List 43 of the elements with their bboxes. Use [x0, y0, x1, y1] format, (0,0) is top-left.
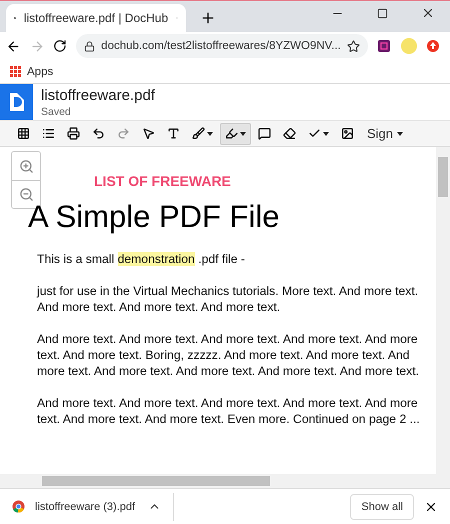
vertical-scrollbar[interactable]: [436, 147, 450, 474]
cursor-icon: [142, 127, 155, 140]
list-icon: [42, 127, 55, 140]
save-status: Saved: [41, 106, 72, 118]
bookmark-link[interactable]: Apps: [27, 66, 54, 78]
extension-icon[interactable]: [376, 39, 391, 53]
lock-icon: [84, 40, 96, 52]
text-icon: [167, 127, 180, 140]
new-tab-icon[interactable]: [200, 10, 216, 26]
undo-icon: [92, 127, 105, 140]
printer-icon: [67, 127, 80, 140]
back-icon[interactable]: [6, 38, 21, 54]
eraser-icon: [283, 127, 296, 140]
download-item[interactable]: listoffreeware (3).pdf: [12, 492, 174, 520]
sign-button[interactable]: Sign: [361, 126, 410, 141]
zoom-out-icon: [18, 187, 34, 202]
paragraph: just for use in the Virtual Mechanics tutorials. More text. And more text. And more text. And more text. And more text.: [37, 283, 420, 315]
address-bar[interactable]: dochub.com/test2listoffreewares/8YZWO9NV...: [76, 34, 368, 58]
speech-bubble-icon: [258, 127, 271, 140]
browser-tab[interactable]: listoffreeware.pdf | DocHub: [6, 4, 186, 32]
show-all-button[interactable]: Show all: [350, 494, 414, 520]
page-title: A Simple PDF File: [28, 199, 281, 235]
image-icon: [341, 127, 354, 140]
highlighter-tool-button[interactable]: [220, 122, 251, 144]
page-header: LIST OF FREEWARE: [94, 173, 232, 189]
highlighter-icon: [225, 127, 238, 140]
star-icon[interactable]: [346, 40, 360, 52]
browser-icon: [12, 500, 25, 513]
reload-icon[interactable]: [53, 39, 68, 53]
check-icon: [308, 127, 321, 140]
grid-icon: [17, 127, 30, 140]
zoom-in-icon: [18, 158, 34, 174]
apps-icon[interactable]: [10, 66, 21, 77]
brush-icon: [192, 127, 205, 140]
paragraph: This is a small demonstration .pdf file -: [37, 251, 246, 267]
paragraph: And more text. And more text. And more text. And more text. And more text. And more text. Boring, zzzzz. And more text. And more text. And more text. And more text. And more text. And more text. And more text.: [37, 331, 420, 379]
redo-icon: [117, 127, 130, 140]
download-file-name: listoffreeware (3).pdf: [35, 500, 136, 512]
paragraph: And more text. And more text. And more text. And more text. And more text. And more text. And more text. Even more. Continued on page 2 ...: [37, 395, 420, 427]
url-text: dochub.com/test2listoffreewares/8YZWO9NV...: [101, 40, 341, 52]
tab-title: listoffreeware.pdf | DocHub: [24, 11, 168, 25]
document-name: listoffreeware.pdf: [41, 86, 155, 104]
horizontal-scrollbar[interactable]: [0, 474, 450, 488]
